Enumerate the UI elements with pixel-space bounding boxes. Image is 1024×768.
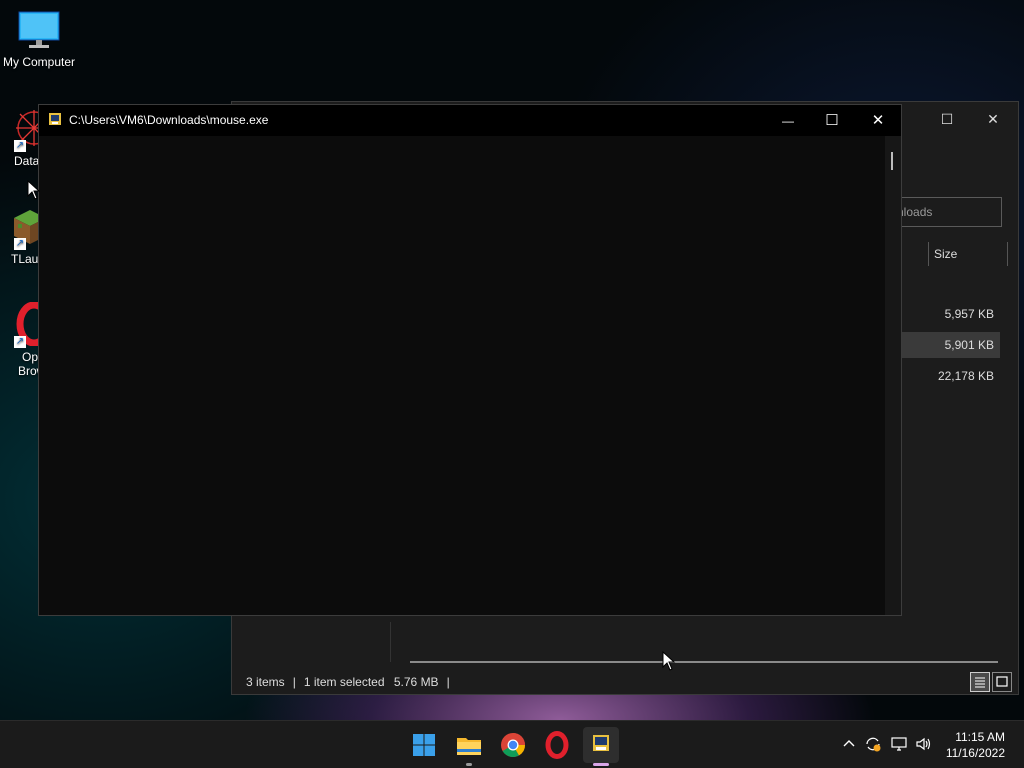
windows-logo-icon xyxy=(413,734,435,756)
nav-pane-divider[interactable] xyxy=(390,622,391,662)
console-titlebar[interactable]: C:\Users\VM6\Downloads\mouse.exe — ☐ ✕ xyxy=(39,105,901,136)
opera-icon xyxy=(545,731,569,759)
column-separator[interactable] xyxy=(1007,242,1008,266)
show-hidden-icons-button[interactable] xyxy=(840,735,858,753)
console-app-icon xyxy=(593,735,609,751)
file-row[interactable]: 5,957 KB xyxy=(892,301,1000,327)
network-icon[interactable] xyxy=(890,735,908,753)
close-icon: ✕ xyxy=(871,112,885,129)
mouse-cursor-icon xyxy=(27,180,41,200)
chrome-icon xyxy=(501,733,525,758)
details-view-button[interactable] xyxy=(970,672,990,692)
desktop-icon-label: My Computer xyxy=(2,55,76,69)
console-app-icon xyxy=(49,113,61,125)
running-indicator xyxy=(466,763,472,766)
shortcut-arrow-icon: ↗ xyxy=(14,238,26,250)
file-row-selected[interactable]: 5,901 KB xyxy=(892,332,1000,358)
status-divider: | xyxy=(446,675,450,689)
file-size: 5,957 KB xyxy=(944,307,994,321)
mouse-cursor-icon xyxy=(662,651,676,671)
console-window[interactable]: C:\Users\VM6\Downloads\mouse.exe — ☐ ✕ xyxy=(38,104,902,616)
sync-warning-icon xyxy=(866,737,881,752)
taskbar-mouse-exe-button[interactable] xyxy=(583,727,619,763)
status-bar: 3 items | 1 item selected 5.76 MB | xyxy=(246,675,458,689)
console-title: C:\Users\VM6\Downloads\mouse.exe xyxy=(69,113,269,127)
file-row[interactable]: 22,178 KB xyxy=(892,363,1000,389)
console-close-button[interactable]: ✕ xyxy=(855,105,901,136)
taskbar-clock[interactable]: 11:15 AM 11/16/2022 xyxy=(946,729,1005,761)
minimize-icon: — xyxy=(782,114,794,128)
taskbar-file-explorer-button[interactable] xyxy=(453,729,485,761)
explorer-maximize-button[interactable]: ☐ xyxy=(927,108,967,130)
active-indicator xyxy=(593,763,609,766)
horizontal-scrollbar[interactable] xyxy=(410,661,998,663)
console-minimize-button[interactable]: — xyxy=(765,105,811,136)
status-item-count: 3 items xyxy=(246,675,285,689)
network-monitor-icon xyxy=(891,737,907,751)
clock-time: 11:15 AM xyxy=(955,730,1005,744)
file-size: 5,901 KB xyxy=(944,338,994,352)
taskbar: 11:15 AM 11/16/2022 xyxy=(0,720,1024,768)
speaker-icon xyxy=(916,737,931,751)
desktop-icon-my-computer[interactable]: My Computer xyxy=(1,10,77,69)
console-vertical-scrollbar[interactable] xyxy=(885,136,901,615)
file-size: 22,178 KB xyxy=(937,369,994,383)
status-selected: 1 item selected xyxy=(303,675,385,689)
update-status-icon[interactable] xyxy=(864,735,882,753)
monitor-icon xyxy=(18,11,60,48)
column-separator[interactable] xyxy=(928,242,929,266)
column-header-size[interactable]: Size xyxy=(934,247,957,261)
large-icons-view-button[interactable] xyxy=(992,672,1012,692)
folder-icon xyxy=(457,738,481,755)
status-selected-size: 5.76 MB xyxy=(393,675,439,689)
volume-icon[interactable] xyxy=(915,735,933,753)
start-button[interactable] xyxy=(408,729,440,761)
clock-date: 11/16/2022 xyxy=(945,746,1005,760)
details-view-icon xyxy=(975,677,985,688)
console-scrollbar-thumb[interactable] xyxy=(891,152,893,170)
status-divider: | xyxy=(292,675,296,689)
large-icons-view-icon xyxy=(996,676,1008,687)
console-maximize-button[interactable]: ☐ xyxy=(809,105,855,136)
chevron-up-icon xyxy=(843,740,855,747)
maximize-icon: ☐ xyxy=(825,112,839,129)
taskbar-opera-button[interactable] xyxy=(541,729,573,761)
explorer-close-button[interactable]: ✕ xyxy=(973,108,1013,130)
shortcut-arrow-icon: ↗ xyxy=(14,140,26,152)
taskbar-chrome-button[interactable] xyxy=(497,729,529,761)
shortcut-arrow-icon: ↗ xyxy=(14,336,26,348)
